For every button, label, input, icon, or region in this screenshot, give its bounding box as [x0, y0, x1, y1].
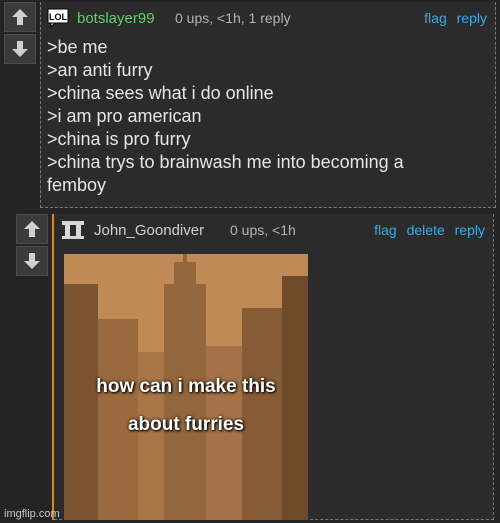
meme-image[interactable]: how can i make this about furries — [64, 254, 308, 520]
comment-box: LOL botslayer99 0 ups, <1h, 1 reply flag… — [40, 2, 496, 208]
watermark: imgflip.com — [4, 508, 60, 520]
meme-caption-bottom: about furries — [127, 414, 245, 435]
avatar[interactable]: LOL — [47, 8, 69, 28]
comment: LOL botslayer99 0 ups, <1h, 1 reply flag… — [2, 2, 496, 208]
comment-body: >be me >an anti furry >china sees what i… — [47, 36, 475, 197]
vote-column — [4, 2, 38, 66]
comment-line: >an anti furry — [47, 60, 153, 80]
comment-header: LOL botslayer99 0 ups, <1h, 1 reply flag… — [47, 6, 489, 30]
comment-box: John_Goondiver 0 ups, <1h flag delete re… — [54, 214, 494, 520]
upvote-button[interactable] — [16, 214, 48, 244]
downvote-button[interactable] — [4, 34, 36, 64]
comment-actions: flag delete reply — [368, 222, 485, 238]
arrow-down-icon — [12, 41, 28, 57]
arrow-up-icon — [12, 9, 28, 25]
avatar-text: LOL — [49, 12, 67, 22]
comment-line: >china is pro furry — [47, 129, 191, 149]
avatar[interactable] — [60, 220, 86, 240]
comment-line: >i am pro american — [47, 106, 202, 126]
comment-actions: flag reply — [418, 10, 487, 26]
reply-link[interactable]: reply — [457, 10, 487, 26]
reply-comment: John_Goondiver 0 ups, <1h flag delete re… — [14, 214, 494, 520]
username[interactable]: botslayer99 — [77, 10, 155, 27]
comment-line: >be me — [47, 37, 108, 57]
downvote-button[interactable] — [16, 246, 48, 276]
comment-line: >china sees what i do online — [47, 83, 274, 103]
flag-link[interactable]: flag — [374, 222, 397, 238]
comment-header: John_Goondiver 0 ups, <1h flag delete re… — [60, 218, 487, 242]
comment-line: >china trys to brainwash me into becomin… — [47, 152, 404, 172]
comment-meta: 0 ups, <1h, 1 reply — [175, 10, 291, 26]
username[interactable]: John_Goondiver — [94, 222, 204, 239]
comment-meta: 0 ups, <1h — [230, 222, 296, 238]
upvote-button[interactable] — [4, 2, 36, 32]
meme-caption-top: how can i make this — [96, 376, 276, 397]
comment-line: femboy — [47, 175, 107, 195]
arrow-up-icon — [24, 221, 40, 237]
flag-link[interactable]: flag — [424, 10, 447, 26]
reply-link[interactable]: reply — [455, 222, 485, 238]
vote-column — [16, 214, 50, 278]
arrow-down-icon — [24, 253, 40, 269]
delete-link[interactable]: delete — [407, 222, 445, 238]
